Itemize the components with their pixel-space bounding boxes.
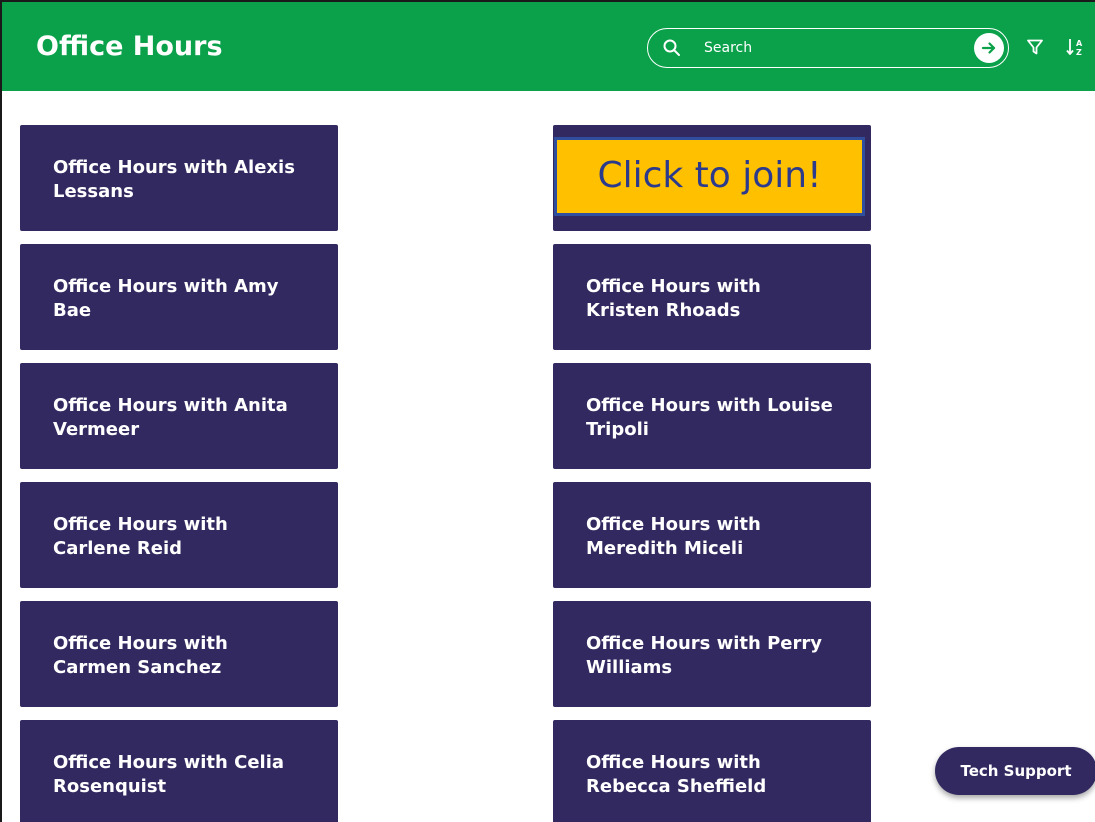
card-label: Office Hours with Celia Rosenquist <box>53 752 285 797</box>
app-frame: Office Hours A Z Office Hou <box>0 0 1095 822</box>
office-hours-card[interactable]: Office Hours with Meredith Miceli <box>553 482 871 588</box>
card-label: Office Hours with Louise Tripoli <box>586 395 833 440</box>
search-submit-button[interactable] <box>974 33 1004 63</box>
filter-icon[interactable] <box>1026 38 1044 56</box>
tech-support-label: Tech Support <box>960 762 1072 780</box>
page-title: Office Hours <box>36 31 223 62</box>
search-box[interactable] <box>647 28 1009 68</box>
office-hours-card[interactable]: Office Hours with Carmen Sanchez <box>20 601 338 707</box>
search-icon <box>663 39 680 56</box>
card-label: Office Hours with Carlene Reid <box>53 514 228 559</box>
card-label: Office Hours with Perry Williams <box>586 633 822 678</box>
card-label: Office Hours with Amy Bae <box>53 276 279 321</box>
office-hours-card[interactable]: Office Hours with Celia Rosenquist <box>20 720 338 822</box>
search-input[interactable] <box>704 37 954 59</box>
app-header: Office Hours A Z <box>2 2 1095 91</box>
office-hours-card[interactable]: Office Hours with Perry Williams <box>553 601 871 707</box>
tech-support-button[interactable]: Tech Support <box>935 747 1095 795</box>
join-banner-text: Click to join! <box>597 155 822 196</box>
sort-az-icon[interactable]: A Z <box>1066 37 1086 57</box>
office-hours-card[interactable]: Office Hours with Louise Tripoli <box>553 363 871 469</box>
office-hours-card[interactable]: Office Hours with Kristen Rhoads <box>553 244 871 350</box>
svg-text:A: A <box>1076 39 1083 48</box>
card-label: Office Hours with Meredith Miceli <box>586 514 761 559</box>
office-hours-card[interactable]: Office Hours with Carlene Reid <box>20 482 338 588</box>
office-hours-card[interactable]: Office Hours with Alexis Lessans <box>20 125 338 231</box>
card-label: Office Hours with Rebecca Sheffield <box>586 752 767 797</box>
svg-text:Z: Z <box>1076 48 1082 57</box>
card-label: Office Hours with Kristen Rhoads <box>586 276 761 321</box>
office-hours-card[interactable]: Office Hours with Anita Vermeer <box>20 363 338 469</box>
arrow-right-icon <box>981 42 996 54</box>
click-to-join-banner[interactable]: Click to join! <box>554 137 865 216</box>
card-label: Office Hours with Anita Vermeer <box>53 395 288 440</box>
card-label: Office Hours with Alexis Lessans <box>53 157 295 202</box>
office-hours-card[interactable]: Office Hours with Amy Bae <box>20 244 338 350</box>
card-label: Office Hours with Carmen Sanchez <box>53 633 228 678</box>
office-hours-card[interactable]: Office Hours with Rebecca Sheffield <box>553 720 871 822</box>
